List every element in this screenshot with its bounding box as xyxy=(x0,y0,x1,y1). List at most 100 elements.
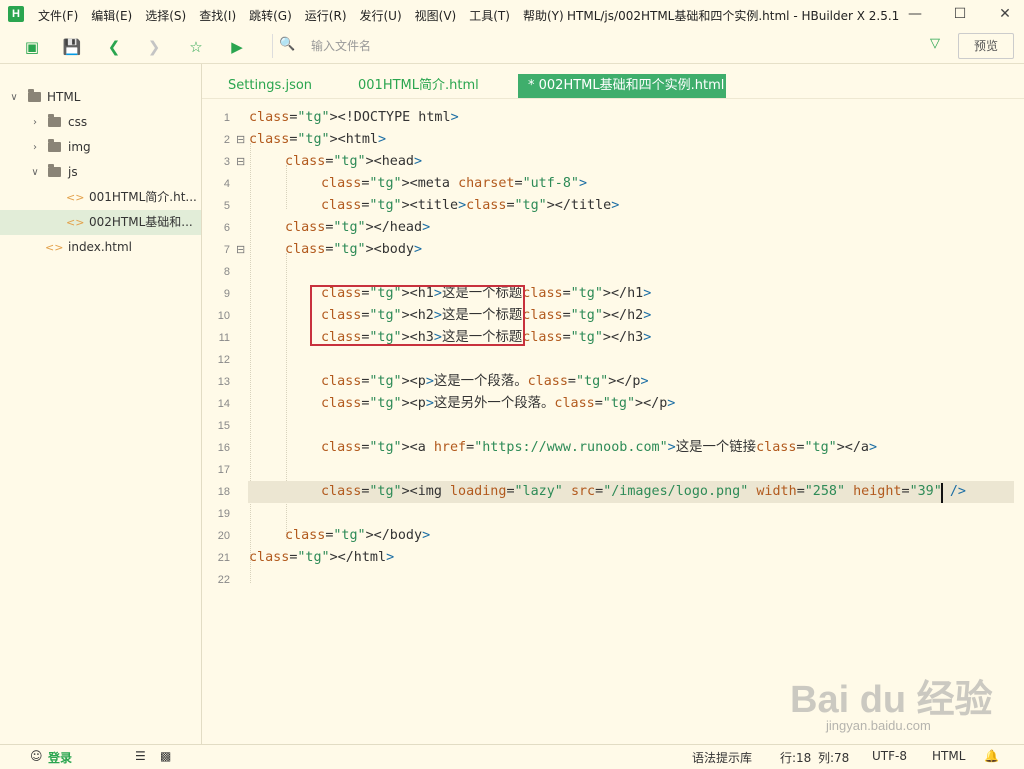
run-icon[interactable]: ▶ xyxy=(227,37,247,57)
code-line[interactable]: 2 ⊟ class="tg"><html> xyxy=(202,129,1024,151)
code-line[interactable]: 14 class="tg"><p>这是另外一个段落。class="tg"></p> xyxy=(202,393,1024,415)
status-bar: ☺ 登录 ☰ ▩ 语法提示库 行:18 列:78 UTF-8 HTML 🔔 xyxy=(0,744,1024,769)
maximize-icon[interactable]: ☐ xyxy=(950,4,970,24)
tab-001-html[interactable]: 001HTML简介.html xyxy=(348,74,489,98)
project-folder-icon xyxy=(26,85,42,110)
menu-view[interactable]: 视图(V) xyxy=(415,7,457,24)
bookmark-star-icon[interactable]: ☆ xyxy=(186,37,206,57)
tree-item-file-001[interactable]: <> 001HTML简介.ht... xyxy=(0,185,201,210)
line-number: 11 xyxy=(218,332,230,344)
list-icon[interactable]: ☰ xyxy=(135,749,146,763)
filter-icon[interactable]: ▽ xyxy=(930,36,940,51)
encoding-selector[interactable]: UTF-8 xyxy=(872,749,907,763)
tree-item-css[interactable]: › css xyxy=(0,110,201,135)
line-number: 14 xyxy=(217,398,230,410)
line-number: 9 xyxy=(223,288,230,300)
back-icon[interactable]: ❮ xyxy=(104,37,124,57)
editor-tab-bar: Settings.json 001HTML简介.html * 002HTML基础… xyxy=(202,64,1024,99)
tree-item-file-002[interactable]: <> 002HTML基础和... xyxy=(0,210,201,235)
code-line[interactable]: 8 xyxy=(202,261,1024,283)
code-line[interactable]: 21 class="tg"></html> xyxy=(202,547,1024,569)
html-file-icon: <> xyxy=(66,191,85,204)
code-line[interactable]: 22 xyxy=(202,569,1024,591)
tree-item-index[interactable]: <> index.html xyxy=(0,235,201,260)
code-text: class="tg"><p>这是一个段落。class="tg"></p> xyxy=(321,374,649,389)
line-number: 18 xyxy=(217,486,230,498)
code-line[interactable]: 4 class="tg"><meta charset="utf-8"> xyxy=(202,173,1024,195)
chevron-right-icon[interactable]: › xyxy=(29,110,41,135)
line-number: 10 xyxy=(217,310,230,322)
fold-toggle-icon[interactable]: ⊟ xyxy=(236,239,245,261)
code-text: class="tg"><a href="https://www.runoob.c… xyxy=(321,440,878,455)
line-number: 6 xyxy=(223,222,230,234)
tab-settings-json[interactable]: Settings.json xyxy=(218,74,322,98)
tree-item-js[interactable]: ∨ js xyxy=(0,160,201,185)
code-editor[interactable]: 1 class="tg"><!DOCTYPE html> 2 ⊟ class="tg">… xyxy=(202,99,1024,744)
close-icon[interactable]: ✕ xyxy=(995,4,1015,24)
chevron-down-icon[interactable]: ∨ xyxy=(8,85,20,110)
line-number: 2 xyxy=(223,134,230,146)
line-number: 22 xyxy=(217,574,230,586)
code-line[interactable]: 1 class="tg"><!DOCTYPE html> xyxy=(202,107,1024,129)
tree-item-label: 002HTML基础和... xyxy=(89,215,193,229)
folder-icon xyxy=(46,110,62,135)
forward-icon[interactable]: ❯ xyxy=(144,37,164,57)
code-line[interactable]: 20 class="tg"></body> xyxy=(202,525,1024,547)
notification-bell-icon[interactable]: 🔔 xyxy=(984,749,999,763)
code-line[interactable]: 6 class="tg"></head> xyxy=(202,217,1024,239)
menu-edit[interactable]: 编辑(E) xyxy=(91,7,132,24)
line-number: 17 xyxy=(217,464,230,476)
line-number: 5 xyxy=(223,200,230,212)
menu-help[interactable]: 帮助(Y) xyxy=(523,7,564,24)
html-file-icon: <> xyxy=(45,241,64,254)
file-search-icon: 🔍 xyxy=(279,37,296,52)
menu-tools[interactable]: 工具(T) xyxy=(469,7,510,24)
save-icon[interactable]: 💾 xyxy=(62,37,82,57)
code-line[interactable]: 13 class="tg"><p>这是一个段落。class="tg"></p> xyxy=(202,371,1024,393)
code-line[interactable]: 19 xyxy=(202,503,1024,525)
menu-bar: 文件(F) 编辑(E) 选择(S) 查找(I) 跳转(G) 运行(R) 发行(U… xyxy=(38,0,577,30)
terminal-icon[interactable]: ▩ xyxy=(160,749,171,763)
new-file-icon[interactable]: ▣ xyxy=(22,37,42,57)
fold-toggle-icon[interactable]: ⊟ xyxy=(236,151,245,173)
chevron-right-icon[interactable]: › xyxy=(29,135,41,160)
code-line[interactable]: 12 xyxy=(202,349,1024,371)
code-line[interactable]: 3 ⊟ class="tg"><head> xyxy=(202,151,1024,173)
menu-goto[interactable]: 跳转(G) xyxy=(249,7,292,24)
tree-item-img[interactable]: › img xyxy=(0,135,201,160)
tree-item-html-root[interactable]: ∨ HTML xyxy=(0,85,201,110)
title-bar: H 文件(F) 编辑(E) 选择(S) 查找(I) 跳转(G) 运行(R) 发行… xyxy=(0,0,1024,30)
login-link[interactable]: 登录 xyxy=(48,749,72,766)
tab-002-html-active[interactable]: * 002HTML基础和四个实例.html xyxy=(518,74,726,98)
code-line[interactable]: 7 ⊟ class="tg"><body> xyxy=(202,239,1024,261)
line-number: 8 xyxy=(223,266,230,278)
tree-item-label: img xyxy=(68,140,91,154)
menu-run[interactable]: 运行(R) xyxy=(305,7,347,24)
file-search-box: 🔍 xyxy=(272,34,951,58)
line-number: 15 xyxy=(217,420,230,432)
file-name-input[interactable] xyxy=(309,36,913,56)
chevron-down-icon[interactable]: ∨ xyxy=(29,160,41,185)
code-line[interactable]: 17 xyxy=(202,459,1024,481)
language-mode-selector[interactable]: HTML xyxy=(932,749,965,763)
menu-publish[interactable]: 发行(U) xyxy=(360,7,402,24)
code-line[interactable]: 18 class="tg"><img loading="lazy" src="/i… xyxy=(202,481,1024,503)
code-text: class="tg"><body> xyxy=(285,242,423,257)
menu-select[interactable]: 选择(S) xyxy=(145,7,186,24)
menu-find[interactable]: 查找(I) xyxy=(199,7,236,24)
syntax-hint-library[interactable]: 语法提示库 xyxy=(692,749,752,766)
code-line[interactable]: 5 class="tg"><title>class="tg"></title> xyxy=(202,195,1024,217)
cursor-row: 行:18 xyxy=(780,751,812,765)
minimize-icon[interactable]: — xyxy=(905,4,925,24)
menu-file[interactable]: 文件(F) xyxy=(38,7,78,24)
code-line[interactable]: 15 xyxy=(202,415,1024,437)
preview-button[interactable]: 预览 xyxy=(958,33,1014,59)
fold-toggle-icon[interactable]: ⊟ xyxy=(236,129,245,151)
line-number: 16 xyxy=(217,442,230,454)
code-line[interactable]: 16 class="tg"><a href="https://www.runoob… xyxy=(202,437,1024,459)
line-number: 3 xyxy=(223,156,230,168)
code-text: class="tg"><head> xyxy=(285,154,423,169)
user-icon[interactable]: ☺ xyxy=(30,749,43,763)
text-caret xyxy=(941,483,943,503)
code-text: class="tg"><meta charset="utf-8"> xyxy=(321,176,588,191)
